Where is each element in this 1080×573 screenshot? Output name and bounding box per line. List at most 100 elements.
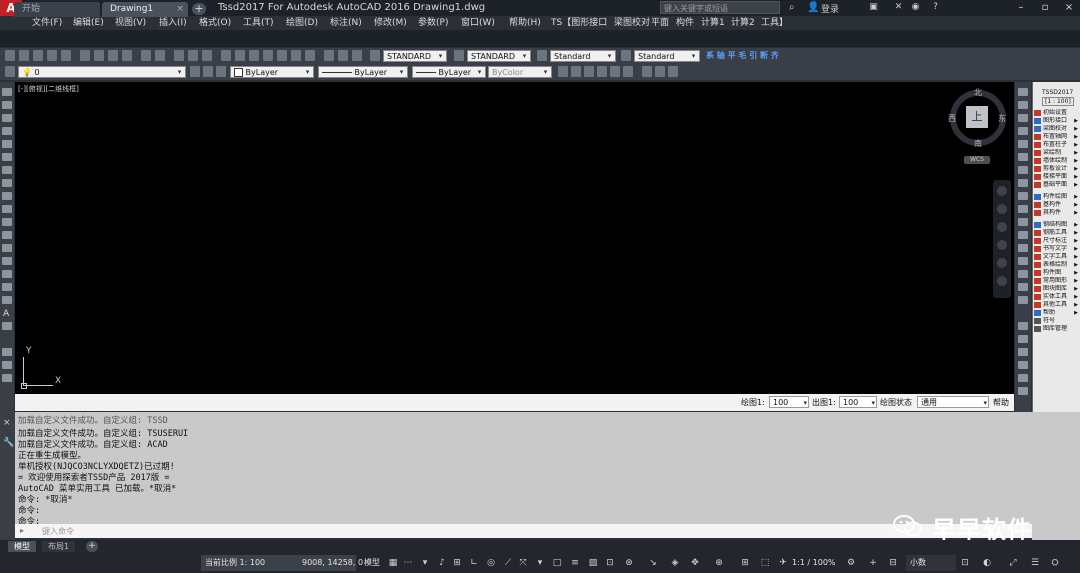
fillet-icon[interactable] xyxy=(1018,283,1028,291)
ts-layer-icon-2[interactable] xyxy=(571,66,581,77)
ts-btn-5[interactable]: 引 xyxy=(749,51,757,60)
tssd-item[interactable]: 梁图校对 ▶ xyxy=(1034,125,1079,133)
tab-start[interactable]: 开始 xyxy=(14,2,100,17)
ts-layer-icon-9[interactable] xyxy=(668,66,678,77)
rotate-icon[interactable] xyxy=(1018,166,1028,174)
tssd-item[interactable]: 基构件 ▶ xyxy=(1034,201,1079,209)
customization-icon[interactable]: ☰ xyxy=(1030,558,1040,568)
viewport-controls-label[interactable]: [-][俯视][二维线框] xyxy=(18,84,79,94)
polygon-icon[interactable] xyxy=(2,127,12,135)
line-icon[interactable] xyxy=(2,88,12,96)
draw-state-dropdown[interactable]: 通用 ▾ xyxy=(917,396,989,408)
isodraft-icon[interactable]: ⟋ xyxy=(503,558,513,568)
command-input[interactable]: 键入命令 xyxy=(42,526,74,537)
add-selected-icon[interactable] xyxy=(2,322,12,330)
menu-tools[interactable]: 工具(T) xyxy=(243,16,274,30)
infer-constraints-icon[interactable]: ♪ xyxy=(437,558,447,568)
make-block-icon[interactable] xyxy=(2,244,12,252)
status-menu-icon[interactable]: ⛭ xyxy=(1050,558,1060,568)
maximize-button[interactable]: ▫ xyxy=(1034,0,1056,16)
markup-icon[interactable] xyxy=(277,50,287,61)
close-command-icon[interactable]: × xyxy=(3,418,11,428)
offset-icon[interactable] xyxy=(1018,127,1028,135)
mtext-icon[interactable]: A xyxy=(3,309,9,319)
layer-state-icon[interactable] xyxy=(216,66,226,77)
explode-icon[interactable] xyxy=(1018,296,1028,304)
tab-model[interactable]: 模型 xyxy=(8,541,36,552)
transparency-icon[interactable]: ▨ xyxy=(588,558,598,568)
ts-right-icon-1[interactable] xyxy=(1018,322,1028,330)
tssd-item[interactable]: 楼梯平面 ▶ xyxy=(1034,173,1079,181)
sheet-set-icon[interactable] xyxy=(263,50,273,61)
ortho-icon[interactable]: ∟ xyxy=(469,558,479,568)
tssd-menu-scale[interactable]: [1 : 100] xyxy=(1042,97,1074,106)
search-icon[interactable]: ⌕ xyxy=(789,2,795,13)
a360-icon[interactable]: ✕ xyxy=(893,2,904,13)
tssd-item[interactable]: 初始设置 xyxy=(1034,109,1079,117)
menu-beam-check[interactable]: 梁图校对 xyxy=(614,16,650,30)
tssd-item[interactable]: 图形接口 ▶ xyxy=(1034,117,1079,125)
tssd-item[interactable]: 图库管理 xyxy=(1034,325,1079,333)
zoom-extents-icon[interactable] xyxy=(997,222,1007,232)
snap-icon[interactable]: ⋯ xyxy=(403,558,413,568)
menu-help[interactable]: 帮助(H) xyxy=(509,16,541,30)
command-input-bar[interactable] xyxy=(15,524,1032,538)
menu-edit[interactable]: 编辑(E) xyxy=(73,16,104,30)
table-style-dropdown[interactable]: Standard ▾ xyxy=(550,50,616,62)
polyline-icon[interactable] xyxy=(2,114,12,122)
ts-layer-icon-1[interactable] xyxy=(558,66,568,77)
revcloud-icon[interactable] xyxy=(2,179,12,187)
menu-ts-interface[interactable]: TS【图形接口 xyxy=(551,16,607,30)
color-dropdown[interactable]: ByLayer ▾ xyxy=(230,66,314,78)
design-center-icon[interactable] xyxy=(235,50,245,61)
tssd-item[interactable]: 构件绘图 ▶ xyxy=(1034,193,1079,201)
ts-right-icon-5[interactable] xyxy=(1018,374,1028,382)
ellipse-arc-icon[interactable] xyxy=(2,218,12,226)
add-icon[interactable]: + xyxy=(868,558,878,568)
tssd-item[interactable]: 构件图 ▶ xyxy=(1034,269,1079,277)
ts-right-icon-3[interactable] xyxy=(1018,348,1028,356)
erase-icon[interactable] xyxy=(1018,88,1028,96)
zoom-window-icon[interactable] xyxy=(202,50,212,61)
insert-block-icon[interactable] xyxy=(2,231,12,239)
make-current-layer-icon[interactable] xyxy=(190,66,200,77)
units-icon[interactable]: ⊞ xyxy=(740,558,750,568)
cut-icon[interactable] xyxy=(80,50,90,61)
tssd-item[interactable]: 图块图库 ▶ xyxy=(1034,285,1079,293)
new-layout-button[interactable]: + xyxy=(86,541,98,552)
arc-icon[interactable] xyxy=(2,153,12,161)
compass-south[interactable]: 南 xyxy=(974,138,982,149)
wcs-menu[interactable]: WCS xyxy=(964,156,990,164)
showmotion-icon[interactable] xyxy=(997,258,1007,268)
tssd-item[interactable]: 布置轴网 ▶ xyxy=(1034,133,1079,141)
layer-previous-icon[interactable] xyxy=(203,66,213,77)
tssd-item[interactable]: 布置柱子 ▶ xyxy=(1034,141,1079,149)
quick-properties-icon[interactable]: ⬚ xyxy=(760,558,770,568)
construction-line-icon[interactable] xyxy=(2,101,12,109)
object-snap-tracking-icon[interactable]: ⤧ xyxy=(518,558,528,568)
text-style-icon[interactable] xyxy=(370,50,380,61)
polar-icon[interactable]: ◎ xyxy=(486,558,496,568)
draw-scale-dropdown[interactable]: 100 ▾ xyxy=(769,396,809,408)
login-link[interactable]: 登录 xyxy=(821,2,839,15)
undo-icon[interactable] xyxy=(141,50,151,61)
layer-dropdown[interactable]: 💡 0 ▾ xyxy=(18,66,186,78)
menu-parametric[interactable]: 参数(P) xyxy=(418,16,448,30)
region-icon[interactable] xyxy=(2,296,12,304)
properties-icon[interactable] xyxy=(221,50,231,61)
menu-view[interactable]: 视图(V) xyxy=(115,16,146,30)
paste-icon[interactable] xyxy=(108,50,118,61)
out-scale-dropdown[interactable]: 100 ▾ xyxy=(839,396,877,408)
tssd-item[interactable]: 梁绘制 ▶ xyxy=(1034,149,1079,157)
ts-layer-icon-7[interactable] xyxy=(642,66,652,77)
stay-connected-icon[interactable]: ◉ xyxy=(910,2,921,13)
tssd-item[interactable]: 其构件 ▶ xyxy=(1034,209,1079,217)
nav-menu-icon[interactable] xyxy=(997,276,1007,286)
linetype-dropdown[interactable]: ByLayer ▾ xyxy=(318,66,408,78)
table-style-icon[interactable] xyxy=(537,50,547,61)
drawing-canvas[interactable] xyxy=(15,82,1014,394)
menu-file[interactable]: 文件(F) xyxy=(32,16,62,30)
save-icon[interactable] xyxy=(33,50,43,61)
3d-osnap-icon[interactable]: ⊛ xyxy=(624,558,634,568)
tssd-item[interactable]: 基础平面 ▶ xyxy=(1034,181,1079,189)
